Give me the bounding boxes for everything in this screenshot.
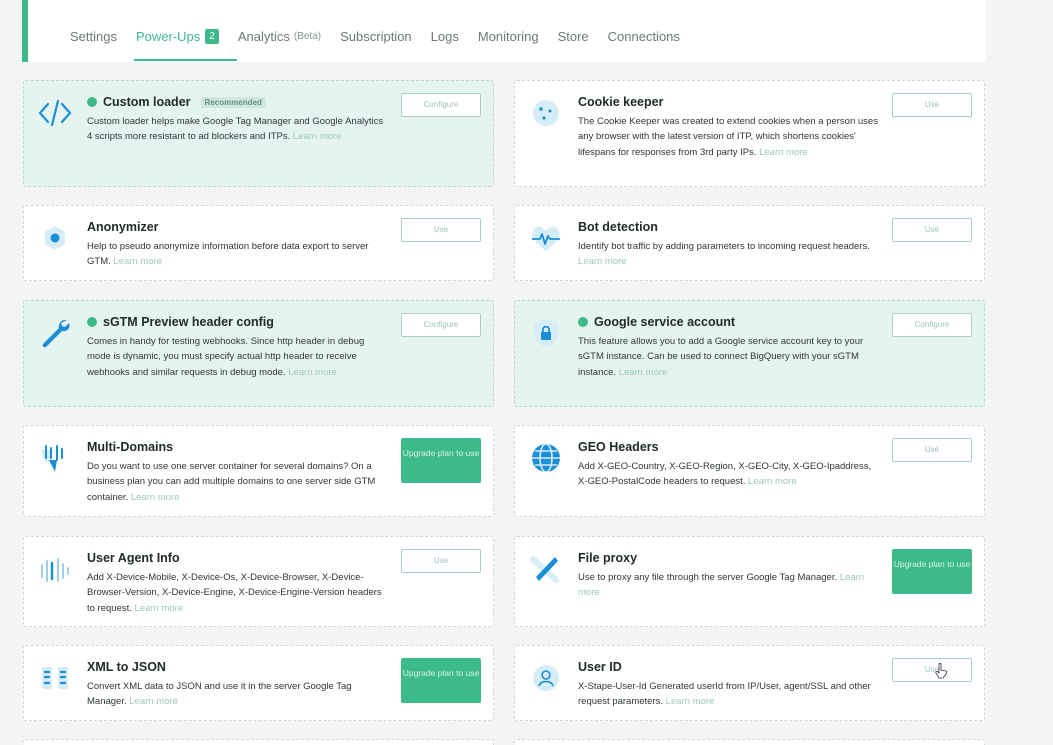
card-title: Multi-Domains <box>87 440 174 454</box>
use-button[interactable]: Use <box>892 438 972 462</box>
card-description: Do you want to use one server container … <box>87 461 376 503</box>
upgrade-plan-button[interactable]: Upgrade plan to use <box>401 658 481 703</box>
card-description: Convert XML data to JSON and use it in t… <box>87 681 352 708</box>
anonymizer-icon <box>37 220 73 256</box>
learn-more-link[interactable]: Learn more <box>578 256 627 267</box>
power-up-card-google-service-account: Google service account This feature allo… <box>514 300 985 407</box>
multi-domains-icon <box>37 440 73 476</box>
tab-power-ups[interactable]: Power-Ups 2 <box>133 29 237 61</box>
card-description: Add X-Device-Mobile, X-Device-Os, X-Devi… <box>87 572 382 614</box>
learn-more-link[interactable]: Learn more <box>113 256 162 267</box>
upgrade-plan-button[interactable]: Upgrade plan to use <box>892 549 972 594</box>
card-title: Bot detection <box>578 220 658 234</box>
top-tab-bar: Settings Power-Ups 2 Analytics (Beta) Subs… <box>22 0 986 62</box>
learn-more-link[interactable]: Learn more <box>666 696 715 707</box>
tabs-nav: Settings Power-Ups 2 Analytics (Beta) Subs… <box>70 29 699 61</box>
tab-connections[interactable]: Connections <box>608 29 680 44</box>
power-up-card-user-id: User ID X-Stape-User-Id Generated userId… <box>514 645 985 721</box>
power-up-card-cookie-keeper: Cookie keeper The Cookie Keeper was crea… <box>514 80 985 187</box>
learn-more-link[interactable]: Learn more <box>293 131 342 142</box>
card-description: Comes in handy for testing webhooks. Sin… <box>87 336 365 378</box>
learn-more-link[interactable]: Learn more <box>759 147 808 158</box>
card-description: Add X-GEO-Country, X-GEO-Region, X-GEO-C… <box>578 461 872 488</box>
use-button[interactable]: Use <box>892 658 972 682</box>
card-title: File proxy <box>578 551 638 565</box>
file-proxy-icon <box>528 551 564 587</box>
card-title: User ID <box>578 660 622 674</box>
power-up-card-user-agent-info: User Agent Info Add X-Device-Mobile, X-D… <box>23 536 494 627</box>
mouse-pointer-icon <box>934 662 948 680</box>
card-description: Help to pseudo anonymize information bef… <box>87 241 369 268</box>
configure-button[interactable]: Configure <box>401 93 481 117</box>
use-button[interactable]: Use <box>401 218 481 242</box>
configure-button[interactable]: Configure <box>892 313 972 337</box>
card-title: Google service account <box>578 315 735 329</box>
user-agent-icon <box>37 551 73 587</box>
heartbeat-icon <box>528 220 564 256</box>
power-up-card-partial <box>514 739 985 745</box>
shield-lock-icon <box>528 315 564 351</box>
power-ups-count-badge: 2 <box>205 29 219 44</box>
card-description: X-Stape-User-Id Generated userId from IP… <box>578 681 871 708</box>
learn-more-link[interactable]: Learn more <box>288 367 337 378</box>
tab-monitoring[interactable]: Monitoring <box>478 29 539 44</box>
tab-subscription[interactable]: Subscription <box>340 29 412 44</box>
learn-more-link[interactable]: Learn more <box>748 476 797 487</box>
card-title: User Agent Info <box>87 551 180 565</box>
learn-more-link[interactable]: Learn more <box>135 603 184 614</box>
card-title: Cookie keeper <box>578 95 664 109</box>
power-up-card-file-proxy: File proxy Use to proxy any file through… <box>514 536 985 627</box>
card-title: sGTM Preview header config <box>87 315 274 329</box>
card-title: Custom loader Recommended <box>87 95 266 109</box>
power-up-card-partial <box>23 739 494 745</box>
card-title: Anonymizer <box>87 220 159 234</box>
tab-analytics[interactable]: Analytics (Beta) <box>238 29 321 44</box>
tab-settings[interactable]: Settings <box>70 29 117 44</box>
power-up-card-bot-detection: Bot detection Identify bot traffic by ad… <box>514 205 985 281</box>
tab-store[interactable]: Store <box>558 29 589 44</box>
xml-json-icon <box>37 660 73 696</box>
card-title: GEO Headers <box>578 440 659 454</box>
use-button[interactable]: Use <box>401 549 481 573</box>
power-up-card-anonymizer: Anonymizer Help to pseudo anonymize info… <box>23 205 494 281</box>
recommended-tag: Recommended <box>200 96 266 108</box>
globe-icon <box>528 440 564 476</box>
upgrade-plan-button[interactable]: Upgrade plan to use <box>401 438 481 483</box>
learn-more-link[interactable]: Learn more <box>131 492 180 503</box>
enabled-status-dot <box>578 317 588 327</box>
power-up-card-geo-headers: GEO Headers Add X-GEO-Country, X-GEO-Reg… <box>514 425 985 517</box>
card-description: Use to proxy any file through the server… <box>578 572 865 599</box>
power-up-card-sgtm-preview-header-config: sGTM Preview header config Comes in hand… <box>23 300 494 407</box>
power-up-card-multi-domains: Multi-Domains Do you want to use one ser… <box>23 425 494 517</box>
learn-more-link[interactable]: Learn more <box>619 367 668 378</box>
card-description: The Cookie Keeper was created to extend … <box>578 116 878 158</box>
cookie-icon <box>528 95 564 131</box>
card-description: This feature allows you to add a Google … <box>578 336 864 378</box>
power-up-card-custom-loader: Custom loader Recommended Custom loader h… <box>23 80 494 187</box>
user-id-icon <box>528 660 564 696</box>
enabled-status-dot <box>87 317 97 327</box>
card-description: Identify bot traffic by adding parameter… <box>578 241 870 268</box>
beta-label: (Beta) <box>293 31 322 42</box>
wrench-icon <box>37 315 73 351</box>
code-icon <box>37 95 73 131</box>
enabled-status-dot <box>87 97 97 107</box>
power-up-card-xml-to-json: XML to JSON Convert XML data to JSON and… <box>23 645 494 721</box>
use-button[interactable]: Use <box>892 218 972 242</box>
card-title: XML to JSON <box>87 660 166 674</box>
use-button[interactable]: Use <box>892 93 972 117</box>
card-description: Custom loader helps make Google Tag Mana… <box>87 116 384 143</box>
learn-more-link[interactable]: Learn more <box>129 696 178 707</box>
tab-logs[interactable]: Logs <box>431 29 459 44</box>
configure-button[interactable]: Configure <box>401 313 481 337</box>
